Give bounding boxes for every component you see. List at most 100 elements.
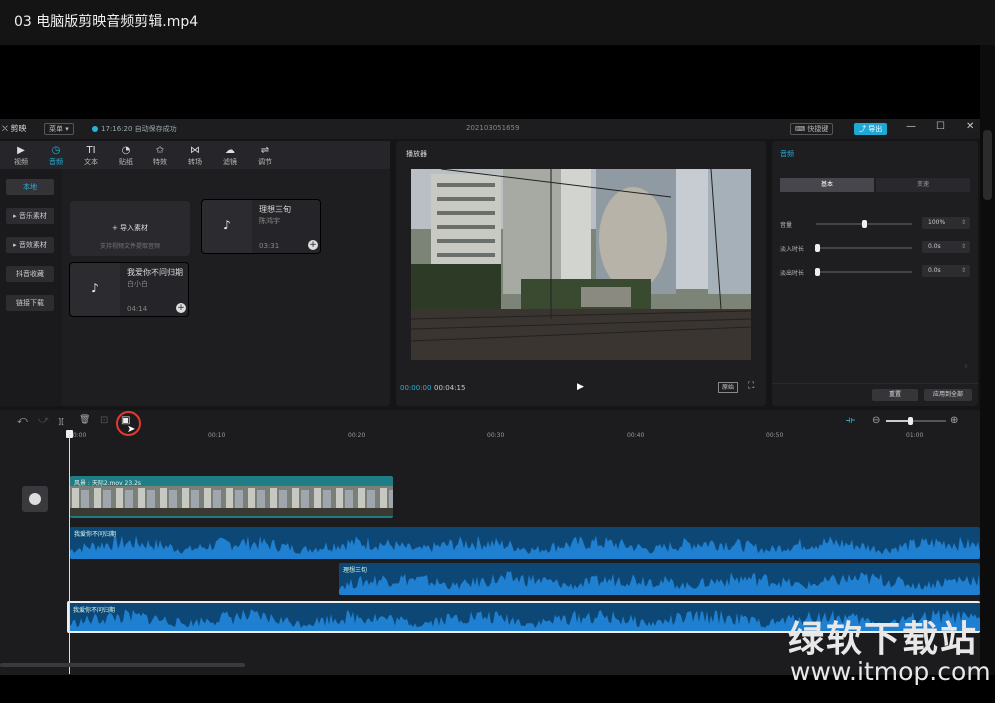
- ruler-tick: 00:10: [208, 432, 226, 439]
- audio-clip[interactable]: 我爱你不问归期: [70, 527, 980, 559]
- sidebar-item-link-download[interactable]: 链接下载: [6, 295, 54, 311]
- tab-speed[interactable]: 变速: [876, 178, 970, 192]
- scrollbar-thumb[interactable]: [983, 130, 992, 200]
- volume-slider-knob[interactable]: [862, 220, 867, 228]
- watermark-url: www.itmop.com: [790, 657, 991, 686]
- spin-icon[interactable]: ⇕: [961, 241, 966, 253]
- ruler-tick: 00:40: [627, 432, 645, 439]
- sticker-icon: ◔: [121, 145, 131, 156]
- import-hint: 支持视频文件提取音频: [99, 243, 160, 250]
- import-button[interactable]: + 导入素材 支持视频文件提取音频: [70, 201, 190, 256]
- fadein-value: 0.0s: [928, 243, 941, 250]
- export-button[interactable]: ⤴ 导出: [854, 123, 888, 135]
- ruler-tick: 00:30: [487, 432, 505, 439]
- video-clip[interactable]: 风景 : 天际2.mov 23.2s: [70, 476, 393, 518]
- menu-label: 菜单: [49, 125, 63, 133]
- delete-icon[interactable]: 🗑: [79, 415, 90, 425]
- zoom-slider-knob[interactable]: [908, 417, 913, 425]
- audio-clip-label: 我爱你不问归期: [74, 531, 117, 538]
- audio-waveform: [339, 571, 980, 595]
- fadeout-slider-knob[interactable]: [815, 268, 820, 276]
- audio-clip-label: 理想三旬: [343, 567, 368, 574]
- tab-label: 滤镜: [223, 158, 237, 166]
- sidebar-item-local[interactable]: 本地: [6, 179, 54, 195]
- reset-button[interactable]: 重置: [872, 389, 918, 401]
- aspect-original-button[interactable]: 原始: [718, 382, 739, 393]
- app-titlebar: ⛌ 剪映 菜单 ▾ 17:16:20 自动保存成功 202103051659 ⌨…: [0, 119, 980, 139]
- page-scrollbar[interactable]: [980, 45, 995, 675]
- chevron-right-icon[interactable]: ›: [964, 361, 968, 372]
- screen: 03 电脑版剪映音频剪辑.mp4 ⛌ 剪映 菜单 ▾ 17:16:20 自动保存…: [0, 0, 995, 703]
- fullscreen-icon[interactable]: ⛶: [748, 381, 754, 391]
- time-ruler[interactable]: 00:00 00:10 00:20 00:30 00:40 00:50 01:0…: [66, 431, 980, 443]
- close-button[interactable]: ✕: [966, 121, 974, 132]
- fadein-slider[interactable]: [816, 247, 912, 249]
- zoom-out-icon[interactable]: ⊖: [872, 415, 880, 426]
- ruler-tick: 00:50: [766, 432, 784, 439]
- playhead[interactable]: [69, 434, 70, 674]
- audio-waveform: [70, 535, 980, 559]
- play-icon[interactable]: ▶: [577, 382, 584, 392]
- video-title-bar: 03 电脑版剪映音频剪辑.mp4: [0, 0, 995, 45]
- properties-header: 音频: [780, 150, 794, 158]
- media-duration: 03:31: [259, 242, 280, 250]
- autosave-status: 17:16:20 自动保存成功: [92, 124, 177, 134]
- audio-properties-panel: 音频 基本 变速 音量 100% ⇕ 淡入时长 0.0s ⇕ 淡出时长 0.0s ⇕ …: [772, 141, 978, 406]
- add-cover-button[interactable]: [22, 486, 48, 512]
- fadeout-value-field[interactable]: 0.0s ⇕: [922, 265, 970, 277]
- undo-icon[interactable]: ⤺: [17, 415, 28, 426]
- sidebar-item-douyin-favorites[interactable]: 抖音收藏: [6, 266, 54, 282]
- audio-sidebar: 本地 ▸ 音乐素材 ▸ 音效素材 抖音收藏 链接下载: [0, 169, 62, 406]
- audio-clip[interactable]: 理想三旬: [339, 563, 980, 595]
- export-icon: ⤴: [859, 125, 866, 133]
- shortcut-label: 快捷键: [807, 125, 829, 133]
- audio-thumb: ♪: [202, 200, 252, 253]
- music-note-icon: ♪: [223, 218, 231, 232]
- timeline-toolbar: ⤺ ⤻ ][ 🗑 ⊡ ▣ ⟛ ⊖ ⊕: [0, 410, 980, 432]
- apply-all-button[interactable]: 应用到全部: [924, 389, 972, 401]
- player-panel: 播放器 00:00:00 00:04:15 ▶ 原始 ⛶: [396, 141, 766, 406]
- shortcut-button[interactable]: ⌨ 快捷键: [790, 123, 834, 135]
- tab-basic[interactable]: 基本: [780, 178, 874, 192]
- tab-text[interactable]: TI 文本: [77, 144, 105, 167]
- menu-dropdown[interactable]: 菜单 ▾: [44, 123, 74, 135]
- fadein-value-field[interactable]: 0.0s ⇕: [922, 241, 970, 253]
- video-title: 03 电脑版剪映音频剪辑.mp4: [14, 14, 199, 30]
- fadeout-slider[interactable]: [816, 271, 912, 273]
- media-card[interactable]: ♪ 理想三旬 陈鸿宇 03:31 +: [201, 199, 321, 254]
- import-label: + 导入素材: [111, 224, 149, 232]
- add-to-track-icon[interactable]: +: [308, 240, 318, 250]
- ruler-tick: 01:00: [906, 432, 924, 439]
- fadein-slider-knob[interactable]: [815, 244, 820, 252]
- tab-label: 文本: [84, 158, 98, 166]
- video-preview[interactable]: [411, 169, 751, 360]
- tab-audio[interactable]: ◷ 音频: [42, 144, 70, 167]
- fadein-label: 淡入时长: [780, 246, 805, 253]
- ruler-tick: 00:20: [348, 432, 366, 439]
- tab-transitions[interactable]: ⋈ 转场: [181, 144, 209, 167]
- zoom-in-icon[interactable]: ⊕: [950, 415, 958, 426]
- redo-icon[interactable]: ⤻: [38, 415, 49, 426]
- minimize-button[interactable]: —: [906, 121, 916, 132]
- tab-adjust[interactable]: ⇌ 调节: [251, 144, 279, 167]
- spin-icon[interactable]: ⇕: [961, 217, 966, 229]
- player-header: 播放器: [406, 150, 427, 158]
- media-card[interactable]: ♪ 我爱你不问归期 白小白 04:14 +: [69, 262, 189, 317]
- split-icon[interactable]: ][: [58, 417, 64, 426]
- magnet-icon[interactable]: ⟛: [846, 415, 855, 426]
- volume-value: 100%: [928, 219, 946, 226]
- adjust-icon: ⇌: [260, 145, 270, 156]
- tab-filters[interactable]: ☁ 滤镜: [216, 144, 244, 167]
- add-to-track-icon[interactable]: +: [176, 303, 186, 313]
- freeze-icon[interactable]: ⊡: [100, 415, 108, 426]
- timeline-scrollbar[interactable]: [0, 663, 245, 667]
- spin-icon[interactable]: ⇕: [961, 265, 966, 277]
- volume-label: 音量: [780, 222, 793, 229]
- sidebar-item-music[interactable]: ▸ 音乐素材: [6, 208, 54, 224]
- maximize-button[interactable]: ☐: [936, 121, 945, 132]
- volume-value-field[interactable]: 100% ⇕: [922, 217, 970, 229]
- tab-sticker[interactable]: ◔ 贴纸: [112, 144, 140, 167]
- tab-video[interactable]: ▶ 视频: [7, 144, 35, 167]
- tab-effects[interactable]: ✩ 特效: [146, 144, 174, 167]
- sidebar-item-sound-effects[interactable]: ▸ 音效素材: [6, 237, 54, 253]
